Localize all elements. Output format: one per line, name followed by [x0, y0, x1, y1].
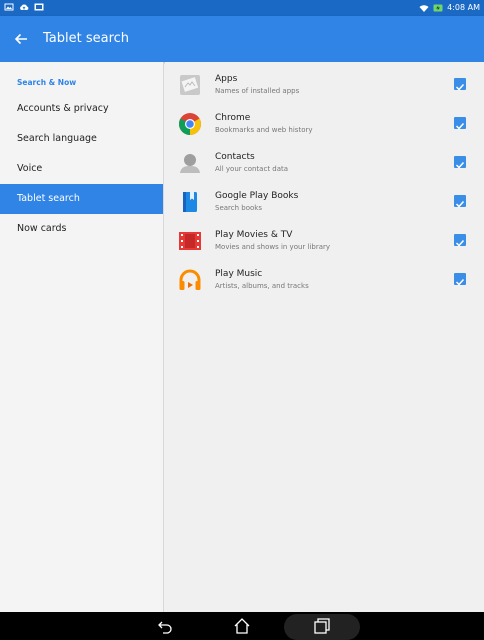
check-icon — [455, 200, 465, 208]
settings-sidebar: Search & Now Accounts & privacy Search l… — [0, 62, 164, 612]
search-sources-list: Apps Names of installed apps Chrome Book… — [165, 62, 484, 612]
sidebar-header: Search & Now — [17, 78, 77, 87]
status-system: 4:08 AM — [419, 2, 480, 13]
arrow-back-icon — [14, 33, 27, 45]
row-subtitle: Movies and shows in your library — [215, 243, 331, 251]
row-subtitle: Names of installed apps — [215, 87, 300, 95]
sidebar-item-now-cards[interactable]: Now cards — [0, 214, 163, 244]
row-title: Google Play Books — [215, 191, 299, 201]
battery-charging-icon — [433, 4, 443, 11]
check-icon — [455, 278, 465, 286]
row-subtitle: All your contact data — [215, 165, 289, 173]
list-item-play-movies[interactable]: Play Movies & TV Movies and shows in you… — [165, 221, 484, 260]
list-item-play-music[interactable]: Play Music Artists, albums, and tracks — [165, 260, 484, 299]
check-icon — [455, 122, 465, 130]
check-icon — [455, 161, 465, 169]
home-icon — [234, 618, 250, 634]
back-icon — [158, 621, 172, 634]
sidebar-item-accounts-privacy[interactable]: Accounts & privacy — [0, 94, 163, 124]
navigation-bar — [0, 612, 484, 640]
row-subtitle: Artists, albums, and tracks — [215, 282, 309, 290]
play-books-icon — [183, 192, 197, 212]
check-icon — [455, 239, 465, 247]
back-button[interactable] — [10, 28, 32, 50]
list-item-contacts[interactable]: Contacts All your contact data — [165, 143, 484, 182]
row-title: Play Movies & TV — [215, 230, 293, 240]
nav-home-button[interactable] — [231, 616, 253, 636]
row-subtitle: Bookmarks and web history — [215, 126, 313, 134]
row-subtitle: Search books — [215, 204, 262, 212]
row-title: Chrome — [215, 113, 251, 123]
checkbox-contacts[interactable] — [454, 156, 466, 169]
page-title: Tablet search — [43, 31, 130, 46]
checkbox-play-music[interactable] — [454, 273, 466, 286]
checkbox-play-movies[interactable] — [454, 234, 466, 247]
sidebar-item-search-language[interactable]: Search language — [0, 124, 163, 154]
check-icon — [455, 83, 465, 91]
row-title: Apps — [215, 74, 238, 84]
nav-recents-button[interactable] — [311, 616, 333, 636]
chrome-icon — [179, 113, 201, 135]
nav-back-button[interactable] — [154, 616, 176, 636]
app-bar: Tablet search — [0, 16, 484, 62]
row-title: Contacts — [215, 152, 255, 162]
status-notifications — [4, 2, 44, 12]
contacts-icon — [180, 154, 200, 173]
checkbox-chrome[interactable] — [454, 117, 466, 130]
image-notification-icon — [4, 3, 14, 11]
row-title: Play Music — [215, 269, 263, 279]
gallery-notification-icon — [34, 3, 44, 11]
apps-icon — [180, 75, 200, 95]
wifi-icon — [419, 4, 429, 12]
cloud-upload-icon — [20, 4, 29, 10]
checkbox-play-books[interactable] — [454, 195, 466, 208]
status-time: 4:08 AM — [447, 3, 480, 12]
status-bar: 4:08 AM — [0, 0, 484, 16]
list-item-play-books[interactable]: Google Play Books Search books — [165, 182, 484, 221]
play-movies-icon — [179, 232, 201, 250]
sidebar-item-tablet-search[interactable]: Tablet search — [0, 184, 163, 214]
checkbox-apps[interactable] — [454, 78, 466, 91]
list-item-chrome[interactable]: Chrome Bookmarks and web history — [165, 104, 484, 143]
sidebar-item-voice[interactable]: Voice — [0, 154, 163, 184]
play-music-icon — [179, 269, 201, 290]
list-item-apps[interactable]: Apps Names of installed apps — [165, 65, 484, 104]
recents-icon — [314, 618, 330, 634]
